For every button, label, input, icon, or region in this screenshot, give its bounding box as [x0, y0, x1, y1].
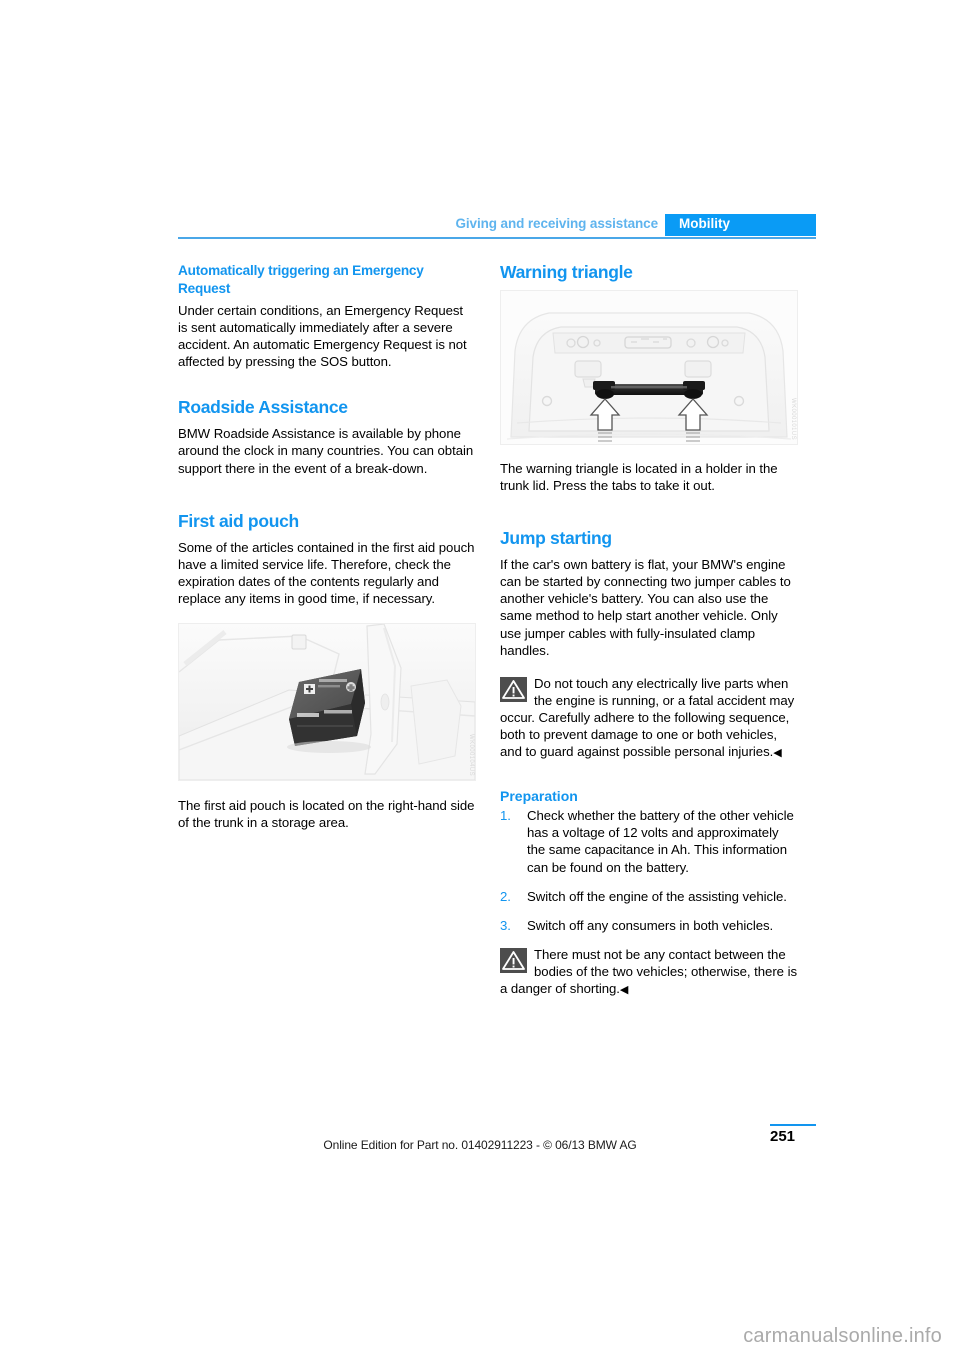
- preparation-steps-list: 1. Check whether the battery of the othe…: [500, 807, 798, 934]
- figure-first-aid-pouch-location: WK000104US: [178, 623, 476, 782]
- figure-warning-triangle-holder: WK000101US: [500, 290, 798, 445]
- step-text: Check whether the battery of the other v…: [527, 808, 794, 875]
- step-text: Switch off the engine of the assisting v…: [527, 888, 787, 904]
- warning-note-live-parts: Do not touch any electrically live parts…: [500, 675, 798, 762]
- caption-first-aid-pouch-location: The first aid pouch is located on the ri…: [178, 798, 475, 831]
- manual-page: Giving and receiving assistance Mobility…: [0, 0, 960, 1358]
- warning-note-body-contact: There must not be any contact between th…: [500, 946, 798, 999]
- warning-triangle-icon: [500, 676, 527, 702]
- paragraph-jump-starting: If the car's own battery is flat, your B…: [500, 557, 791, 658]
- warning-end-mark: ◀: [619, 983, 629, 996]
- step-number: 2.: [500, 888, 511, 904]
- subheading-preparation: Preparation: [500, 788, 578, 805]
- warning-note-text: There must not be any contact between th…: [500, 946, 798, 996]
- list-item: 3. Switch off any consumers in both vehi…: [500, 917, 798, 934]
- header-section-label: Mobility: [679, 216, 730, 231]
- warning-triangle-icon: [500, 947, 527, 973]
- heading-automatic-emergency-request: Automatically triggering an Emergency Re…: [178, 263, 424, 296]
- step-number: 1.: [500, 808, 511, 824]
- site-watermark: carmanualsonline.info: [743, 1325, 942, 1347]
- list-item: 2. Switch off the engine of the assistin…: [500, 888, 798, 905]
- header-rule: [178, 237, 816, 239]
- paragraph-roadside-assistance: BMW Roadside Assistance is available by …: [178, 426, 474, 476]
- step-number: 3.: [500, 917, 511, 933]
- heading-jump-starting: Jump starting: [500, 528, 612, 549]
- heading-roadside-assistance: Roadside Assistance: [178, 397, 348, 418]
- paragraph-automatic-emergency-request: Under certain conditions, an Emergency R…: [178, 303, 467, 370]
- step-text: Switch off any consumers in both vehicle…: [527, 917, 774, 933]
- figure-code: WK000104US: [468, 734, 474, 777]
- edition-notice: Online Edition for Part no. 01402911223 …: [323, 1138, 637, 1152]
- left-column: Automatically triggering an Emergency Re…: [178, 262, 476, 831]
- caption-warning-triangle: The warning triangle is located in a hol…: [500, 461, 778, 494]
- heading-warning-triangle: Warning triangle: [500, 262, 633, 282]
- page-number-rule: [770, 1124, 816, 1126]
- right-column: Warning triangle WK000101US The warning …: [500, 262, 798, 1013]
- running-header: Giving and receiving assistance Mobility: [178, 214, 816, 239]
- warning-note-text: Do not touch any electrically live parts…: [500, 675, 795, 760]
- list-item: 1. Check whether the battery of the othe…: [500, 807, 798, 875]
- header-chapter-title: Giving and receiving assistance: [455, 216, 659, 231]
- warning-end-mark: ◀: [773, 747, 782, 760]
- first-aid-pouch-illustration: [179, 624, 475, 781]
- header-section-badge: Mobility: [665, 214, 816, 236]
- paragraph-first-aid-pouch: Some of the articles contained in the fi…: [178, 539, 475, 606]
- trunk-lid-illustration: [501, 291, 797, 444]
- heading-first-aid-pouch: First aid pouch: [178, 510, 299, 531]
- figure-code: WK000101US: [790, 397, 796, 440]
